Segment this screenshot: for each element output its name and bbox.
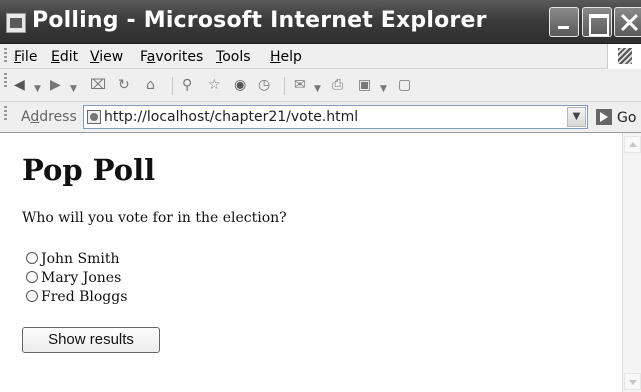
go-button[interactable]: Go [596,109,636,126]
menu-edit[interactable]: Edit [51,49,78,65]
maximize-button[interactable] [582,7,612,37]
back-icon[interactable]: ◀ [14,76,25,94]
option-fred-bloggs[interactable]: Fred Bloggs [26,289,127,305]
toolbar-grip[interactable] [4,48,7,64]
stop-icon[interactable]: ⌧ [90,76,106,94]
menu-help[interactable]: Help [270,49,302,65]
scroll-up-icon[interactable] [624,136,641,153]
go-arrow-icon [596,109,612,125]
radio-button[interactable] [26,290,38,302]
option-label: Fred Bloggs [41,289,128,305]
option-mary-jones[interactable]: Mary Jones [26,270,121,286]
search-icon[interactable]: ⚲ [182,76,192,94]
toolbar-separator [284,77,285,95]
address-bar: Address ▼ Go [0,102,641,133]
home-icon[interactable]: ⌂ [146,76,155,94]
menu-tools[interactable]: Tools [216,49,251,65]
media-icon[interactable]: ◉ [234,76,246,94]
page-content: Pop Poll Who will you vote for in the el… [0,133,622,392]
menu-file[interactable]: File [14,49,37,65]
mail-dropdown-icon[interactable]: ▼ [314,80,321,98]
address-dropdown-button[interactable]: ▼ [567,107,586,127]
discuss-icon[interactable]: ▢ [398,76,411,94]
radio-button[interactable] [26,271,38,283]
back-dropdown-icon[interactable]: ▼ [34,80,41,98]
print-icon[interactable]: ⎙ [332,76,343,94]
toolbar-grip[interactable] [4,106,7,122]
favorites-icon[interactable]: ☆ [208,76,221,94]
menu-favorites[interactable]: Favorites [140,49,203,65]
menu-bar: File Edit View Favorites Tools Help [0,44,641,69]
address-field-box[interactable]: ▼ [83,105,588,129]
scroll-down-icon[interactable] [624,373,641,390]
option-label: Mary Jones [41,270,122,286]
option-john-smith[interactable]: John Smith [26,251,120,267]
radio-button[interactable] [26,252,38,264]
toolbar-grip[interactable] [4,73,7,89]
address-label: Address [21,109,77,125]
menu-view[interactable]: View [90,49,123,65]
edit-dropdown-icon[interactable]: ▼ [380,80,387,98]
option-label: John Smith [41,251,120,267]
page-icon [87,110,101,124]
edit-icon[interactable]: ▣ [358,76,371,94]
refresh-icon[interactable]: ↻ [118,76,130,94]
ie-page-icon [6,13,26,33]
toolbar-separator [172,77,173,95]
forward-dropdown-icon[interactable]: ▼ [70,80,77,98]
standard-toolbar: ◀ ▼ ▶ ▼ ⌧ ↻ ⌂ ⚲ ☆ ◉ ◷ ✉ ▼ ⎙ ▣ ▼ ▢ [0,69,641,102]
close-button[interactable] [614,7,641,37]
poll-question: Who will you vote for in the election? [22,210,287,226]
show-results-button[interactable]: Show results [22,327,160,353]
vertical-scrollbar[interactable] [622,133,641,392]
windows-logo-icon [607,44,641,69]
forward-icon[interactable]: ▶ [50,76,61,94]
history-icon[interactable]: ◷ [258,76,270,94]
address-input[interactable] [104,106,559,128]
window-title: Polling - Microsoft Internet Explorer [32,8,487,33]
mail-icon[interactable]: ✉ [294,76,306,94]
page-title: Pop Poll [22,153,156,187]
minimize-button[interactable] [549,7,579,37]
title-bar: Polling - Microsoft Internet Explorer [0,0,641,44]
